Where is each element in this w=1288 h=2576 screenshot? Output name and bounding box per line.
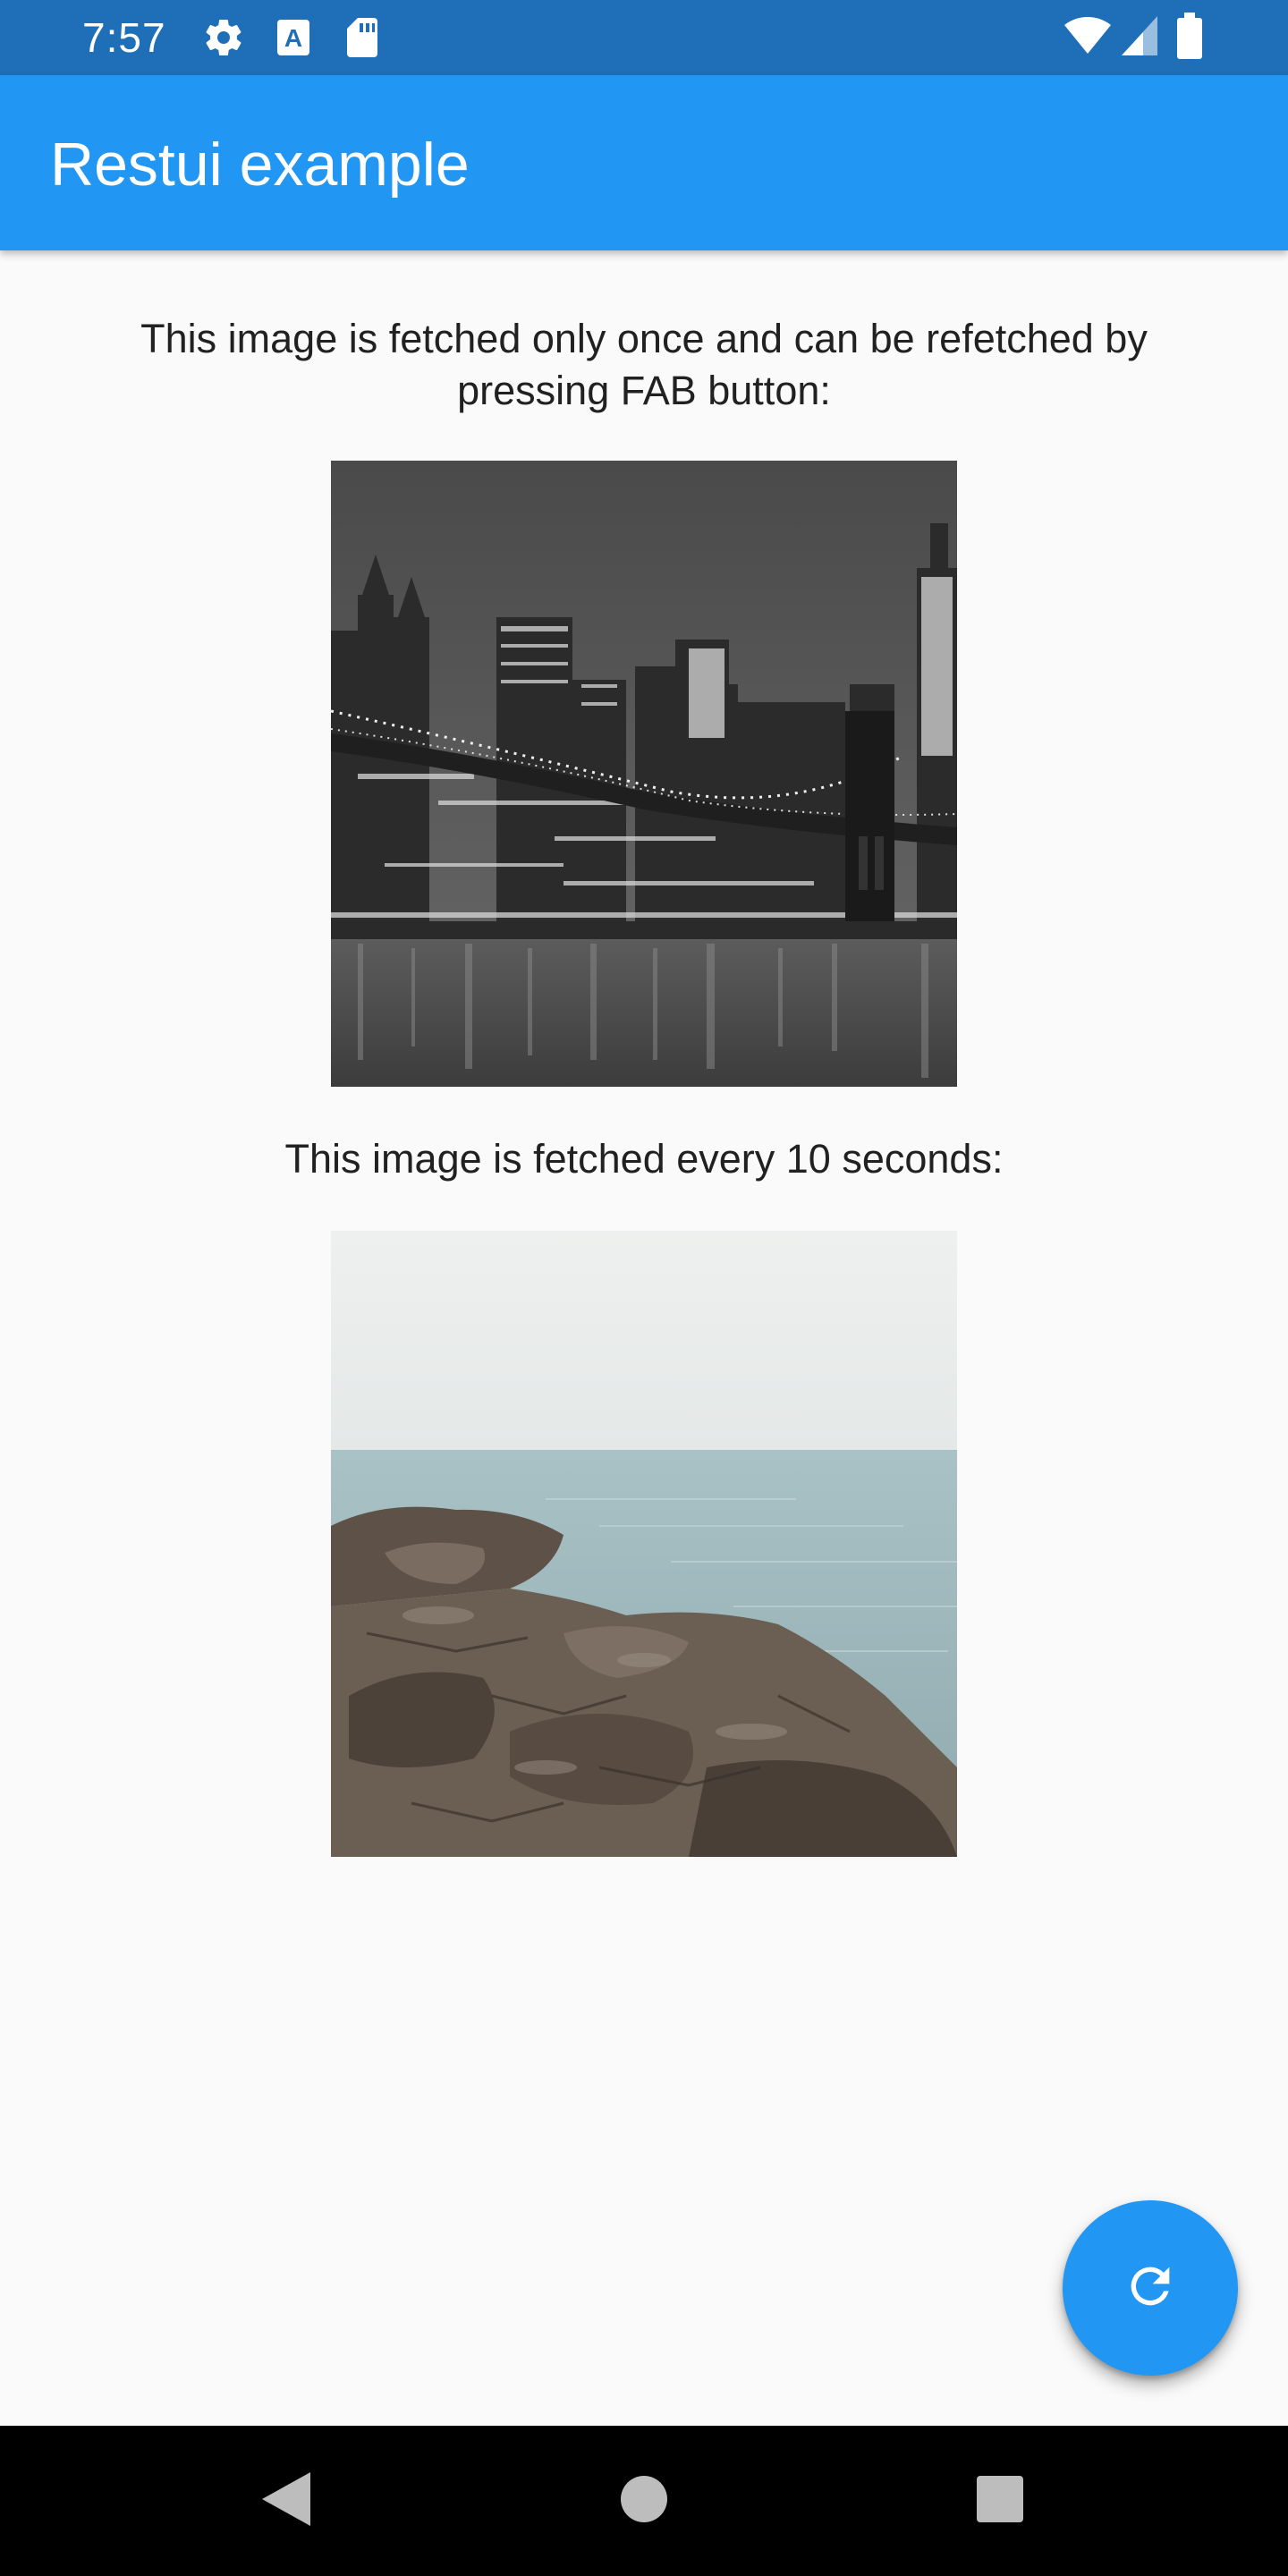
recents-button[interactable] xyxy=(937,2426,1063,2576)
caption-fetched-once: This image is fetched only once and can … xyxy=(140,316,1148,413)
settings-icon xyxy=(202,16,245,64)
refresh-icon xyxy=(1122,2258,1179,2319)
battery-icon xyxy=(1177,13,1202,64)
caption-fetched-every-10s: This image is fetched every 10 seconds: xyxy=(284,1136,1004,1182)
app-bar: Restui example xyxy=(0,75,1288,250)
home-button[interactable] xyxy=(581,2426,707,2576)
rocky-shore-sea-photo xyxy=(331,1231,957,1857)
back-icon xyxy=(262,2471,310,2530)
recents-icon xyxy=(977,2475,1023,2527)
sd-card-icon xyxy=(343,16,381,64)
cell-signal-icon xyxy=(1120,14,1159,62)
app-title: Restui example xyxy=(50,131,470,199)
svg-text:A: A xyxy=(284,24,302,52)
city-bridge-night-photo xyxy=(331,461,957,1087)
screen: 7:57 A Restui example This image is fetc… xyxy=(0,0,1288,2576)
a-keyboard-icon: A xyxy=(274,16,313,64)
back-button[interactable] xyxy=(224,2426,349,2576)
home-icon xyxy=(621,2475,667,2527)
navigation-bar xyxy=(0,2426,1288,2576)
status-bar: 7:57 A xyxy=(0,0,1288,75)
wifi-icon xyxy=(1063,14,1113,62)
status-time: 7:57 xyxy=(82,14,166,61)
refresh-fab-button[interactable] xyxy=(1063,2200,1238,2376)
